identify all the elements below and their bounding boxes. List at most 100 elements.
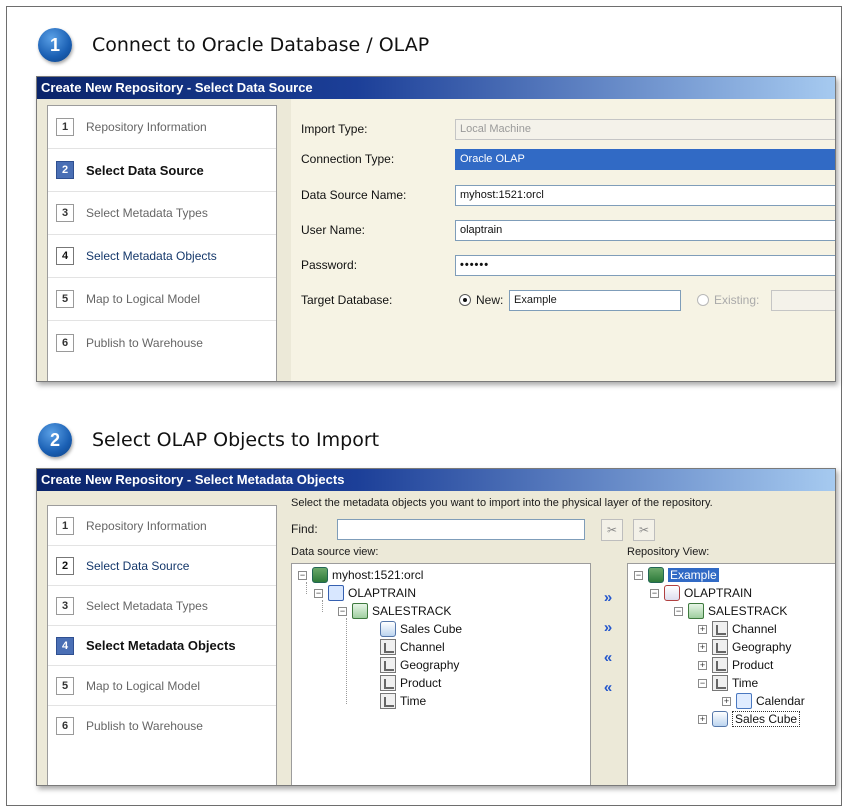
collapse-icon[interactable]: −	[298, 570, 307, 580]
dimension-icon	[712, 639, 728, 655]
step-label: Map to Logical Model	[86, 292, 201, 306]
node-label: OLAPTRAIN	[684, 586, 753, 600]
dimension-icon	[712, 657, 728, 673]
wizard-step-5[interactable]: 5 Map to Logical Model	[48, 278, 276, 321]
tree-node-geography[interactable]: + Geography	[698, 638, 791, 656]
collapse-icon[interactable]: −	[674, 606, 683, 616]
find-input[interactable]	[337, 519, 585, 540]
tree-node-root[interactable]: − Example	[634, 566, 719, 584]
tree-node-product[interactable]: Product	[380, 674, 441, 692]
node-label: Time	[732, 676, 759, 690]
database-icon	[312, 567, 328, 583]
dimension-icon	[380, 639, 396, 655]
password-input[interactable]: ••••••	[455, 254, 835, 276]
node-label: Time	[400, 694, 427, 708]
user-name-input[interactable]: olaptrain	[455, 219, 835, 241]
database-icon	[648, 567, 664, 583]
tree-node-product[interactable]: + Product	[698, 656, 773, 674]
add-selected-button[interactable]: »	[597, 587, 619, 609]
node-label: Geography	[400, 658, 460, 672]
expand-icon[interactable]: +	[698, 660, 707, 670]
data-source-name-input[interactable]: myhost:1521:orcl	[455, 184, 835, 206]
dimension-icon	[380, 693, 396, 709]
find-next-button[interactable]: ✂	[601, 519, 623, 541]
collapse-icon[interactable]: −	[650, 588, 659, 598]
tree-node-catalog[interactable]: − SALESTRACK	[674, 602, 787, 620]
tree-node-time[interactable]: Time	[380, 692, 426, 710]
collapse-icon[interactable]: −	[634, 570, 643, 580]
existing-label: Existing:	[714, 293, 760, 307]
metadata-objects-panel: Select the metadata objects you want to …	[291, 491, 835, 785]
step-label: Select Metadata Objects	[86, 638, 236, 653]
expand-icon[interactable]: +	[698, 624, 707, 634]
expand-icon[interactable]: +	[722, 696, 731, 706]
step-number: 6	[56, 333, 74, 352]
step-label: Repository Information	[86, 518, 207, 533]
step-number: 6	[56, 717, 74, 735]
new-database-input[interactable]: Example	[509, 289, 681, 311]
step-number: 2	[56, 161, 74, 179]
select-data-source-dialog: Create New Repository - Select Data Sour…	[36, 76, 836, 382]
wizard-step-6[interactable]: 6 Publish to Warehouse	[48, 706, 276, 746]
tree-node-calendar[interactable]: + Calendar	[722, 692, 805, 710]
node-label: OLAPTRAIN	[348, 586, 417, 600]
data-source-view-label: Data source view:	[291, 546, 379, 558]
wizard-step-2[interactable]: 2 Select Data Source	[48, 149, 276, 192]
collapse-icon[interactable]: −	[338, 606, 347, 616]
wizard-step-2[interactable]: 2 Select Data Source	[48, 546, 276, 586]
collapse-icon[interactable]: −	[314, 588, 323, 598]
remove-selected-button[interactable]: «	[597, 647, 619, 669]
existing-database-select[interactable]	[771, 289, 835, 311]
expand-icon[interactable]: +	[698, 642, 707, 652]
tree-node-geography[interactable]: Geography	[380, 656, 459, 674]
tree-node-sales-cube[interactable]: + Sales Cube	[698, 710, 801, 728]
find-prev-button[interactable]: ✂	[633, 519, 655, 541]
step-label: Repository Information	[86, 120, 207, 134]
node-label: SALESTRACK	[708, 604, 788, 618]
new-radio[interactable]	[459, 294, 471, 306]
existing-radio[interactable]	[697, 294, 709, 306]
data-source-form: Import Type: Local Machine Connection Ty…	[291, 99, 835, 381]
collapse-icon[interactable]: −	[698, 678, 707, 688]
tree-node-channel[interactable]: Channel	[380, 638, 445, 656]
wizard-step-4[interactable]: 4 Select Metadata Objects	[48, 626, 276, 666]
section-title-2: Select OLAP Objects to Import	[92, 429, 380, 451]
wizard-step-3[interactable]: 3 Select Metadata Types	[48, 192, 276, 235]
cube-icon	[712, 711, 728, 727]
wizard-step-3[interactable]: 3 Select Metadata Types	[48, 586, 276, 626]
tree-node-root[interactable]: − myhost:1521:orcl	[298, 566, 423, 584]
tree-node-sales-cube[interactable]: Sales Cube	[380, 620, 462, 638]
tree-node-time[interactable]: − Time	[698, 674, 758, 692]
dialog-titlebar: Create New Repository - Select Metadata …	[37, 469, 835, 491]
node-label: Product	[732, 658, 774, 672]
wizard-step-1[interactable]: 1 Repository Information	[48, 506, 276, 546]
data-source-tree[interactable]: − myhost:1521:orcl − OLAPTRAIN − SALESTRACK…	[291, 563, 591, 785]
step-label: Select Data Source	[86, 162, 204, 178]
step-number: 4	[56, 247, 74, 265]
wizard-step-5[interactable]: 5 Map to Logical Model	[48, 666, 276, 706]
step-label: Select Data Source	[86, 558, 190, 573]
repository-view-label: Repository View:	[627, 546, 710, 558]
dimension-icon	[712, 675, 728, 691]
tree-node-schema[interactable]: − OLAPTRAIN	[314, 584, 416, 602]
add-all-button[interactable]: »	[597, 617, 619, 639]
password-label: Password:	[301, 258, 358, 272]
repository-tree[interactable]: − Example − OLAPTRAIN − SALESTRACK + Channel…	[627, 563, 835, 785]
hierarchy-icon	[736, 693, 752, 709]
node-label: myhost:1521:orcl	[332, 568, 424, 582]
target-database-label: Target Database:	[301, 293, 393, 307]
connection-type-select[interactable]: Oracle OLAP	[455, 148, 835, 170]
tree-node-catalog[interactable]: − SALESTRACK	[338, 602, 451, 620]
expand-icon[interactable]: +	[698, 714, 707, 724]
wizard-step-6[interactable]: 6 Publish to Warehouse	[48, 321, 276, 364]
import-type-field[interactable]: Local Machine	[455, 118, 835, 140]
wizard-step-1[interactable]: 1 Repository Information	[48, 106, 276, 149]
catalog-icon	[352, 603, 368, 619]
step-number: 1	[56, 516, 74, 535]
tree-node-schema[interactable]: − OLAPTRAIN	[650, 584, 752, 602]
tree-node-channel[interactable]: + Channel	[698, 620, 777, 638]
section-title-1: Connect to Oracle Database / OLAP	[92, 34, 430, 56]
wizard-step-4[interactable]: 4 Select Metadata Objects	[48, 235, 276, 278]
remove-all-button[interactable]: «	[597, 677, 619, 699]
step-badge-2: 2	[38, 423, 72, 457]
